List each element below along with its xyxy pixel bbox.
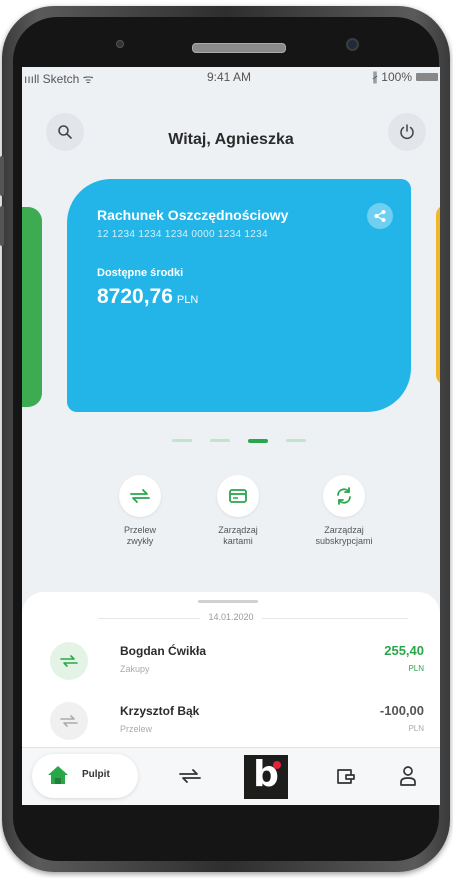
status-time: 9:41 AM	[207, 70, 252, 84]
transfer-icon	[50, 702, 88, 740]
earpiece-speaker	[192, 43, 286, 53]
card-icon	[217, 475, 259, 517]
battery-percent: ∦ 100%	[371, 70, 412, 84]
wallet-icon	[337, 769, 355, 784]
balance-amount: 8720,76 PLN	[97, 285, 198, 309]
transfer-action-label: Przelew zwykły	[123, 525, 156, 546]
proximity-sensor	[116, 40, 124, 48]
logout-button[interactable]	[388, 113, 426, 151]
balance-currency: PLN	[176, 294, 199, 306]
front-camera	[346, 38, 359, 51]
app-screen: ıııll Sketch ᯤ 9:41 AM ∦ 100% Witaj, Agn…	[22, 67, 440, 805]
bottom-navigation: Pulpit b	[22, 747, 440, 805]
transfer-action[interactable]: Przelew zwykły	[90, 475, 190, 547]
home-icon	[48, 766, 68, 784]
manage-subscriptions-action[interactable]: Zarządzaj subskrypcjami	[294, 475, 394, 547]
transaction-name: Krzysztof Bąk	[120, 704, 200, 718]
carousel-dot[interactable]	[286, 439, 306, 442]
share-button[interactable]	[367, 203, 393, 229]
next-account-card[interactable]	[436, 205, 440, 385]
transfer-icon	[119, 475, 161, 517]
history-date-text: 14.01.2020	[200, 612, 262, 622]
account-card[interactable]: Rachunek Oszczędnościowy 12 1234 1234 12…	[67, 179, 411, 412]
nav-wallet-button[interactable]	[328, 758, 364, 794]
refresh-icon	[323, 475, 365, 517]
share-icon	[374, 210, 386, 222]
logo-red-dot	[273, 761, 281, 769]
previous-account-card[interactable]	[22, 207, 42, 407]
volume-up-button	[0, 156, 4, 196]
history-date: 14.01.2020	[22, 612, 440, 622]
account-number: 12 1234 1234 1234 0000 1234 1234	[97, 229, 268, 240]
bank-logo-button[interactable]: b	[244, 754, 288, 799]
nav-transfers-button[interactable]	[172, 758, 208, 794]
nav-profile-button[interactable]	[390, 758, 426, 794]
manage-cards-action[interactable]: Zarządzaj kartami	[188, 475, 288, 547]
transaction-amount: -100,00	[379, 703, 424, 718]
status-bar: ıııll Sketch ᯤ 9:41 AM ∦ 100%	[22, 67, 440, 87]
balance-label: Dostępne środki	[97, 267, 184, 279]
carousel-indicator	[172, 438, 312, 445]
balance-value: 8720,76	[97, 285, 173, 308]
transfer-icon	[179, 769, 201, 783]
carousel-dot-active[interactable]	[248, 438, 268, 443]
volume-down-button	[0, 206, 4, 246]
transaction-name: Bogdan Ćwikła	[120, 644, 207, 658]
account-name: Rachunek Oszczędnościowy	[97, 207, 289, 223]
battery-icon	[416, 73, 438, 81]
nav-home-button[interactable]: Pulpit	[32, 754, 138, 798]
transaction-currency: PLN	[408, 664, 424, 673]
carrier-signal: ıııll Sketch ᯤ	[24, 72, 94, 86]
carousel-dot[interactable]	[172, 439, 192, 442]
transaction-row[interactable]: Bogdan Ćwikła Zakupy 255,40 PLN	[22, 632, 440, 688]
transaction-currency: PLN	[408, 724, 424, 733]
power-icon	[400, 124, 414, 140]
transaction-amount: 255,40	[384, 643, 424, 658]
user-icon	[400, 766, 416, 786]
manage-cards-action-label: Zarządzaj kartami	[218, 525, 258, 546]
transfer-icon	[50, 642, 88, 680]
sheet-drag-handle[interactable]	[198, 600, 258, 603]
manage-subscriptions-action-label: Zarządzaj subskrypcjami	[315, 525, 373, 546]
transaction-category: Zakupy	[120, 664, 150, 674]
nav-home-label: Pulpit	[82, 769, 110, 780]
bank-logo-icon: b	[253, 754, 279, 795]
greeting-title: Witaj, Agnieszka	[168, 131, 294, 148]
transaction-row[interactable]: Krzysztof Bąk Przelew -100,00 PLN	[22, 692, 440, 748]
carousel-dot[interactable]	[210, 439, 230, 442]
transaction-category: Przelew	[120, 724, 153, 734]
